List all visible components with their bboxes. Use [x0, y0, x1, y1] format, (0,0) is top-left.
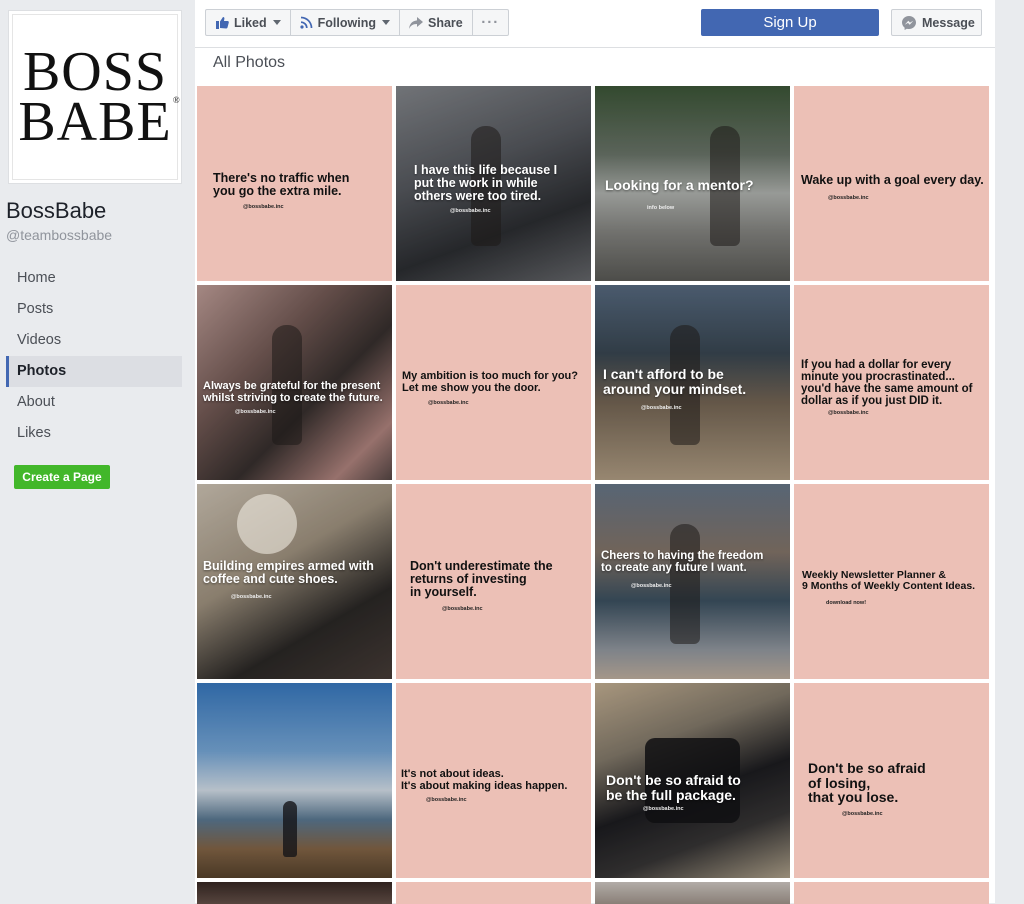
quote-text: Wake up with a goal every day. [801, 173, 984, 187]
quote-card[interactable]: Don't underestimate the returns of inves… [396, 484, 591, 679]
quote-handle: @bossbabe.inc [243, 204, 284, 210]
photo-thumbnail[interactable] [595, 882, 790, 904]
photo-thumbnail[interactable]: Don't be so afraid to be the full packag… [595, 683, 790, 878]
photo-thumbnail[interactable]: Looking for a mentor? info below [595, 86, 790, 281]
photo-subject [237, 494, 297, 554]
quote-text: Weekly Newsletter Planner & 9 Months of … [802, 569, 976, 593]
create-page-button[interactable]: Create a Page [14, 465, 110, 489]
quote-text: If you had a dollar for every minute you… [801, 359, 973, 408]
quote-card[interactable]: If you had a dollar for every minute you… [794, 285, 989, 480]
profile-picture[interactable]: BOSS BABE ® [8, 10, 182, 184]
photo-thumbnail[interactable] [197, 882, 392, 904]
quote-handle: download now! [826, 600, 867, 606]
photo-thumbnail[interactable]: Cheers to having the freedom to create a… [595, 484, 790, 679]
quote-text: Building empires armed with coffee and c… [203, 559, 374, 587]
quote-text: I have this life because I put the work … [414, 163, 558, 204]
liked-button[interactable]: Liked [205, 9, 291, 36]
page-name[interactable]: BossBabe [6, 198, 106, 224]
quote-text: Don't underestimate the returns of inves… [410, 559, 553, 600]
page-handle[interactable]: @teambossbabe [6, 227, 112, 243]
quote-handle: @bossbabe.inc [442, 606, 483, 612]
quote-card[interactable]: Weekly Newsletter Planner & 9 Months of … [794, 484, 989, 679]
nav-about[interactable]: About [6, 387, 182, 418]
photo-subject [670, 524, 700, 644]
nav-photos[interactable]: Photos [6, 356, 182, 387]
share-arrow-icon [408, 16, 423, 29]
rss-feed-icon [300, 16, 313, 29]
quote-handle: @bossbabe.inc [643, 806, 684, 812]
quote-card[interactable]: Wake up with a goal every day. @bossbabe.… [794, 86, 989, 281]
quote-handle: @bossbabe.inc [426, 797, 467, 803]
quote-card[interactable]: Don't be so afraid of losing, that you l… [794, 683, 989, 878]
share-button[interactable]: Share [398, 9, 473, 36]
quote-text: Looking for a mentor? [605, 177, 754, 193]
share-label: Share [427, 15, 463, 30]
quote-text: It's not about ideas. It's about making … [401, 768, 568, 792]
nav-likes[interactable]: Likes [6, 418, 182, 449]
liked-label: Liked [234, 15, 267, 30]
quote-text: There's no traffic when you go the extra… [213, 171, 350, 199]
quote-text: My ambition is too much for you? Let me … [402, 370, 578, 394]
photo-thumbnail[interactable]: Always be grateful for the present whils… [197, 285, 392, 480]
quote-card[interactable]: There's no traffic when you go the extra… [197, 86, 392, 281]
photo-thumbnail[interactable]: I have this life because I put the work … [396, 86, 591, 281]
registered-mark: ® [172, 95, 181, 105]
quote-handle: @bossbabe.inc [641, 405, 682, 411]
message-button[interactable]: Message [891, 9, 982, 36]
nav-posts[interactable]: Posts [6, 294, 182, 325]
quote-handle: @bossbabe.inc [231, 594, 272, 600]
section-title: All Photos [213, 54, 286, 71]
nav-videos[interactable]: Videos [6, 325, 182, 356]
sign-up-button[interactable]: Sign Up [701, 9, 879, 36]
quote-card[interactable]: My ambition is too much for you? Let me … [396, 285, 591, 480]
quote-text: Always be grateful for the present whils… [203, 380, 383, 404]
more-options-button[interactable]: ··· [471, 9, 509, 36]
chevron-down-icon [272, 20, 281, 25]
chevron-down-icon [381, 20, 390, 25]
quote-handle: @bossbabe.inc [428, 400, 469, 406]
quote-handle: @bossbabe.inc [828, 195, 869, 201]
messenger-icon [902, 15, 916, 30]
quote-handle: @bossbabe.inc [235, 409, 276, 415]
quote-text: I can't afford to be around your mindset… [603, 366, 747, 397]
quote-text: Don't be so afraid of losing, that you l… [808, 760, 926, 806]
photo-thumbnail[interactable]: Building empires armed with coffee and c… [197, 484, 392, 679]
quote-handle: @bossbabe.inc [828, 410, 869, 416]
quote-card[interactable]: It's not about ideas. It's about making … [396, 683, 591, 878]
quote-text: Cheers to having the freedom to create a… [601, 550, 764, 575]
main-content: Liked Following Share ··· Sign Up Messag… [195, 0, 995, 904]
nav-home[interactable]: Home [6, 263, 182, 294]
message-label: Message [922, 15, 975, 30]
following-label: Following [317, 15, 376, 30]
bossbabe-logo: BOSS BABE ® [12, 14, 181, 180]
page-actions: Liked Following Share ··· [205, 9, 509, 36]
quote-card[interactable] [794, 882, 989, 904]
ellipsis-icon: ··· [481, 14, 500, 31]
photo-subject [283, 801, 297, 857]
photo-thumbnail[interactable]: I can't afford to be around your mindset… [595, 285, 790, 480]
quote-handle: @bossbabe.inc [450, 208, 491, 214]
page-sidebar: BOSS BABE ® BossBabe @teambossbabe Home P… [0, 0, 190, 903]
thumbs-up-icon [216, 17, 229, 29]
page-nav: Home Posts Videos Photos About Likes [6, 263, 182, 449]
page-action-bar: Liked Following Share ··· Sign Up Messag… [195, 0, 995, 48]
photo-thumbnail[interactable] [197, 683, 392, 878]
logo-line-2: BABE ® [18, 91, 181, 153]
quote-text: Don't be so afraid to be the full packag… [606, 772, 741, 803]
quote-handle: info below [647, 205, 675, 211]
quote-card[interactable] [396, 882, 591, 904]
quote-handle: @bossbabe.inc [631, 583, 672, 589]
following-button[interactable]: Following [289, 9, 400, 36]
quote-handle: @bossbabe.inc [842, 811, 883, 817]
logo-line-1: BOSS [22, 41, 168, 103]
